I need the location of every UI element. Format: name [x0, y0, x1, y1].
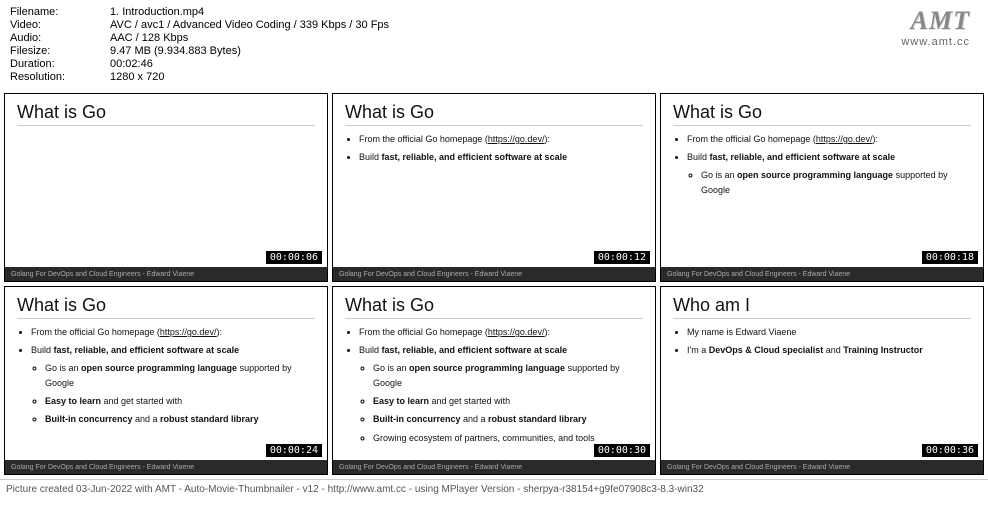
slide-title: What is Go	[345, 295, 643, 316]
thumbnail-1: What is Go 00:00:06 Golang For DevOps an…	[4, 93, 328, 282]
slide-divider	[673, 125, 971, 126]
logo-url: www.amt.cc	[901, 36, 970, 48]
slide-title: What is Go	[17, 295, 315, 316]
metadata-table: Filename: 1. Introduction.mp4 Video: AVC…	[10, 6, 389, 83]
slide-divider	[345, 318, 643, 319]
timestamp: 00:00:24	[265, 443, 323, 458]
slide-content: From the official Go homepage (https://g…	[345, 325, 643, 446]
filename-value: 1. Introduction.mp4	[110, 6, 389, 18]
thumbnail-2: What is Go From the official Go homepage…	[332, 93, 656, 282]
timestamp: 00:00:30	[593, 443, 651, 458]
audio-value: AAC / 128 Kbps	[110, 32, 389, 44]
thumbnail-3: What is Go From the official Go homepage…	[660, 93, 984, 282]
slide-content: My name is Edward Viaene I'm a DevOps & …	[673, 325, 971, 359]
slide-content: From the official Go homepage (https://g…	[17, 325, 315, 428]
slide-footer: Golang For DevOps and Cloud Engineers - …	[333, 460, 655, 474]
duration-value: 00:02:46	[110, 58, 389, 70]
slide-title: What is Go	[673, 102, 971, 123]
slide-divider	[673, 318, 971, 319]
resolution-value: 1280 x 720	[110, 71, 389, 83]
slide-footer: Golang For DevOps and Cloud Engineers - …	[661, 267, 983, 281]
timestamp: 00:00:06	[265, 250, 323, 265]
slide-divider	[17, 125, 315, 126]
logo-block: AMT www.amt.cc	[901, 6, 978, 48]
video-label: Video:	[10, 19, 110, 31]
metadata-header: Filename: 1. Introduction.mp4 Video: AVC…	[0, 0, 988, 89]
slide-content: From the official Go homepage (https://g…	[673, 132, 971, 198]
filename-label: Filename:	[10, 6, 110, 18]
slide-title: Who am I	[673, 295, 971, 316]
filesize-label: Filesize:	[10, 45, 110, 57]
audio-label: Audio:	[10, 32, 110, 44]
slide-footer: Golang For DevOps and Cloud Engineers - …	[333, 267, 655, 281]
slide-footer: Golang For DevOps and Cloud Engineers - …	[661, 460, 983, 474]
timestamp: 00:00:12	[593, 250, 651, 265]
video-value: AVC / avc1 / Advanced Video Coding / 339…	[110, 19, 389, 31]
slide-footer: Golang For DevOps and Cloud Engineers - …	[5, 460, 327, 474]
resolution-label: Resolution:	[10, 71, 110, 83]
timestamp: 00:00:18	[921, 250, 979, 265]
thumbnail-6: Who am I My name is Edward Viaene I'm a …	[660, 286, 984, 475]
logo-text: AMT	[901, 6, 970, 36]
filesize-value: 9.47 MB (9.934.883 Bytes)	[110, 45, 389, 57]
slide-title: What is Go	[17, 102, 315, 123]
slide-title: What is Go	[345, 102, 643, 123]
slide-divider	[17, 318, 315, 319]
thumbnail-5: What is Go From the official Go homepage…	[332, 286, 656, 475]
duration-label: Duration:	[10, 58, 110, 70]
thumbnail-grid: What is Go 00:00:06 Golang For DevOps an…	[0, 89, 988, 479]
slide-content: From the official Go homepage (https://g…	[345, 132, 643, 166]
thumbnail-4: What is Go From the official Go homepage…	[4, 286, 328, 475]
slide-divider	[345, 125, 643, 126]
timestamp: 00:00:36	[921, 443, 979, 458]
page-footer: Picture created 03-Jun-2022 with AMT - A…	[0, 479, 988, 495]
slide-footer: Golang For DevOps and Cloud Engineers - …	[5, 267, 327, 281]
